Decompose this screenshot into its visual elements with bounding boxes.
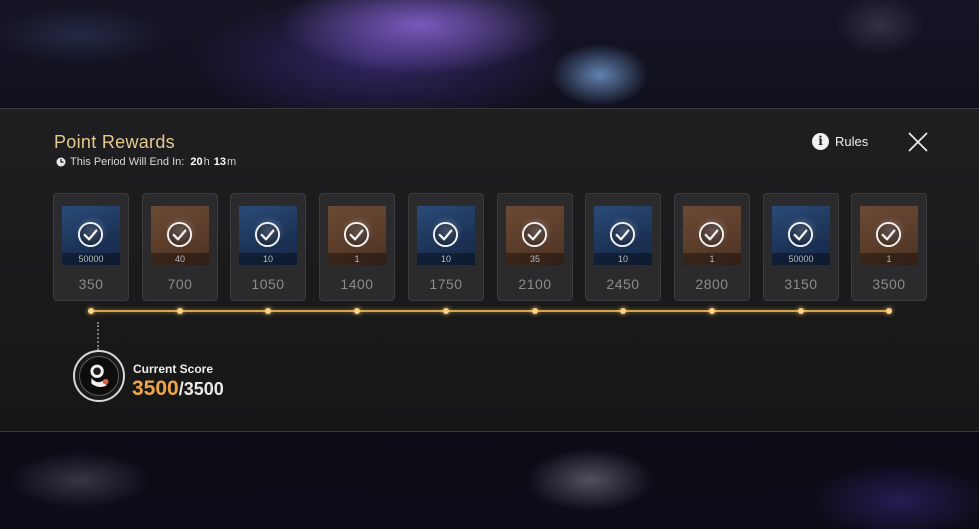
progress-milestone-dot (620, 308, 626, 314)
astronaut-icon (90, 364, 109, 388)
reward-card[interactable]: 50000 3150 (763, 193, 839, 301)
reward-card[interactable]: 10 2450 (585, 193, 661, 301)
reward-item-image: 40 (151, 206, 209, 265)
reward-item-image: 50000 (772, 206, 830, 265)
progress-bar (0, 304, 979, 318)
reward-track: 50000 350 40 700 10 1050 1 1400 10 1750 35 2100 10 24… (0, 193, 979, 303)
progress-milestone-dot (798, 308, 804, 314)
claimed-check-icon (432, 221, 459, 248)
progress-line (90, 310, 889, 312)
reward-quantity: 50000 (772, 253, 830, 265)
progress-milestone-dot (177, 308, 183, 314)
progress-milestone-dot (354, 308, 360, 314)
reward-card[interactable]: 10 1750 (408, 193, 484, 301)
score-connector (97, 322, 99, 350)
reward-quantity: 35 (506, 253, 564, 265)
claimed-check-icon (609, 221, 636, 248)
reward-quantity: 1 (328, 253, 386, 265)
rules-button[interactable]: i Rules (812, 131, 868, 151)
claimed-check-icon (343, 221, 370, 248)
reward-item-image: 10 (417, 206, 475, 265)
reward-card[interactable]: 35 2100 (497, 193, 573, 301)
reward-card[interactable]: 50000 350 (53, 193, 129, 301)
minutes-value: 13 (213, 156, 226, 168)
reward-quantity: 1 (860, 253, 918, 265)
reward-points: 1400 (340, 276, 374, 292)
progress-milestone-dot (443, 308, 449, 314)
period-label: This Period Will End In: (70, 156, 185, 168)
rules-label: Rules (835, 133, 869, 149)
avatar (73, 350, 125, 402)
score-current: 3500 (132, 377, 179, 400)
claimed-check-icon (875, 221, 902, 248)
reward-quantity: 1 (683, 253, 741, 265)
reward-item-image: 1 (860, 206, 918, 265)
reward-card[interactable]: 1 1400 (319, 193, 395, 301)
score-label: Current Score (133, 362, 214, 376)
reward-points: 2100 (518, 276, 552, 292)
reward-card[interactable]: 40 700 (142, 193, 218, 301)
info-icon: i (812, 132, 829, 150)
reward-points: 700 (167, 276, 193, 292)
reward-quantity: 10 (417, 253, 475, 265)
progress-milestone-dot (709, 308, 715, 314)
claimed-check-icon (787, 221, 814, 248)
claimed-check-icon (166, 221, 193, 248)
reward-item-image: 10 (594, 206, 652, 265)
reward-quantity: 50000 (62, 253, 120, 265)
period-timer: This Period Will End In: 20 h 13 m (56, 155, 240, 169)
minutes-unit: m (226, 156, 237, 168)
progress-milestone-dot (532, 308, 538, 314)
avatar-frame (79, 356, 119, 396)
close-icon[interactable] (906, 130, 930, 154)
hours-unit: h (203, 156, 210, 168)
progress-milestone-dot (265, 308, 271, 314)
reward-card[interactable]: 1 3500 (851, 193, 927, 301)
reward-quantity: 40 (151, 253, 209, 265)
reward-item-image: 1 (328, 206, 386, 265)
reward-quantity: 10 (239, 253, 297, 265)
claimed-check-icon (698, 221, 725, 248)
point-rewards-panel: Point Rewards This Period Will End In: 2… (0, 108, 979, 432)
reward-item-image: 50000 (62, 206, 120, 265)
claimed-check-icon (254, 221, 281, 248)
reward-points: 2800 (695, 276, 729, 292)
page-title: Point Rewards (54, 132, 175, 152)
reward-points: 3500 (872, 276, 906, 292)
progress-milestone-dot (886, 308, 892, 314)
progress-milestone-dot (88, 308, 94, 314)
reward-points: 1750 (429, 276, 463, 292)
clock-icon (56, 157, 66, 167)
claimed-check-icon (77, 221, 104, 248)
reward-points: 1050 (251, 276, 285, 292)
claimed-check-icon (521, 221, 548, 248)
current-score: 3500 / 3500 (132, 377, 224, 401)
reward-card[interactable]: 10 1050 (230, 193, 306, 301)
hours-value: 20 (190, 156, 203, 168)
reward-item-image: 10 (239, 206, 297, 265)
reward-points: 3150 (784, 276, 818, 292)
reward-points: 2450 (606, 276, 640, 292)
reward-card[interactable]: 1 2800 (674, 193, 750, 301)
score-max: 3500 (183, 379, 224, 399)
reward-item-image: 35 (506, 206, 564, 265)
reward-item-image: 1 (683, 206, 741, 265)
reward-points: 350 (78, 276, 104, 292)
reward-quantity: 10 (594, 253, 652, 265)
